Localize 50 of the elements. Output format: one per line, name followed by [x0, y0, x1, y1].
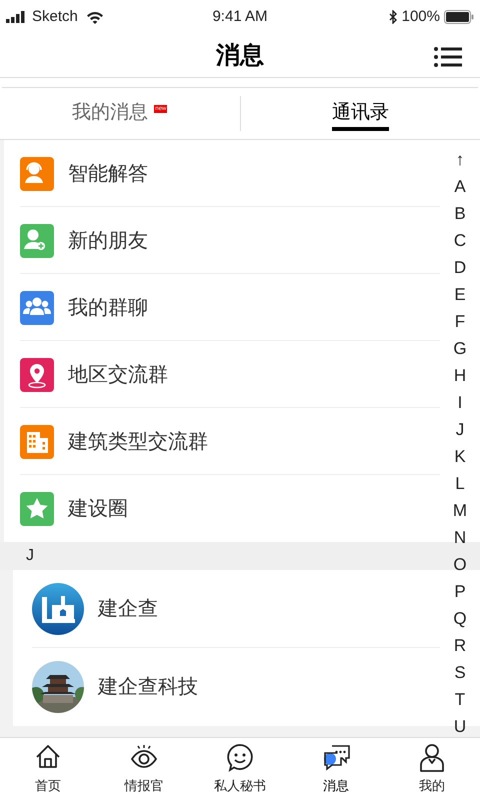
index-letter[interactable]: I — [458, 389, 462, 416]
index-letter[interactable]: N — [454, 524, 466, 551]
index-letter[interactable]: P — [454, 578, 466, 605]
index-letter[interactable]: M — [452, 497, 468, 524]
tab-bar-item[interactable]: 首页 — [0, 738, 96, 800]
index-letter[interactable]: U — [454, 713, 466, 737]
index-letter[interactable]: O — [453, 551, 467, 578]
index-letter[interactable]: G — [453, 335, 467, 362]
tab-bar-item[interactable]: 消息 — [288, 738, 384, 800]
tab-bar-item[interactable]: 我的 — [384, 738, 480, 800]
index-letter[interactable]: D — [454, 254, 466, 281]
index-letter[interactable]: S — [454, 659, 466, 686]
index-letter[interactable]: R — [454, 632, 466, 659]
index-letter[interactable]: B — [454, 200, 466, 227]
battery-percent: 100% — [402, 6, 440, 27]
bluetooth-icon — [388, 10, 398, 24]
index-letter[interactable]: L — [455, 470, 465, 497]
smiley-icon — [226, 742, 254, 773]
list-item[interactable]: 智能解答 — [4, 140, 440, 207]
battery-icon — [444, 10, 474, 24]
status-time: 9:41 AM — [211, 6, 269, 27]
page-title: 消息 — [216, 40, 264, 70]
index-letter[interactable]: H — [454, 362, 466, 389]
tab-bar-item[interactable]: 私人秘书 — [192, 738, 288, 800]
carrier-name: Sketch — [32, 6, 78, 27]
list-item[interactable]: 建筑类型交流群 — [4, 408, 440, 475]
section-letter: J — [26, 546, 34, 566]
company-logo-avatar — [32, 583, 84, 635]
list-item[interactable]: 新的朋友 — [4, 207, 440, 274]
index-letter[interactable]: ↑ — [456, 146, 464, 173]
index-letter[interactable]: A — [454, 173, 466, 200]
contact-item[interactable]: 建企查科技 — [13, 648, 440, 726]
tab-bar-item[interactable]: 情报官 — [96, 738, 192, 800]
list-item[interactable]: 我的群聊 — [4, 274, 440, 341]
index-letter[interactable]: C — [454, 227, 466, 254]
index-letter[interactable]: K — [454, 443, 466, 470]
list-item[interactable]: 地区交流群 — [4, 341, 440, 408]
index-letter[interactable]: J — [456, 416, 464, 443]
index-letter[interactable]: T — [454, 686, 466, 713]
chat-bubbles-icon — [322, 742, 350, 773]
wifi-icon — [86, 10, 104, 24]
index-letter[interactable]: Q — [453, 605, 467, 632]
tab[interactable]: 通讯录 — [332, 96, 389, 131]
list-item[interactable]: 建设圈 — [4, 475, 440, 542]
menu-icon — [434, 46, 462, 68]
index-letter[interactable]: F — [454, 308, 466, 335]
menu-button[interactable] — [434, 46, 462, 68]
person-icon — [418, 742, 446, 773]
index-letter[interactable]: E — [454, 281, 466, 308]
contact-item[interactable]: 建企查 — [13, 570, 440, 648]
